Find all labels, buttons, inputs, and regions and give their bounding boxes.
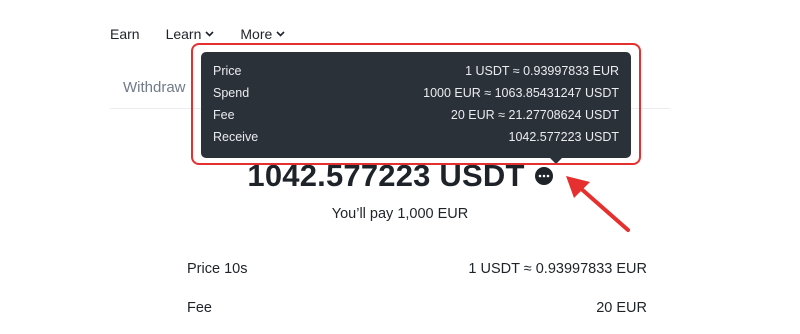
- detail-price-value: 1 USDT ≈ 0.93997833 EUR: [468, 261, 647, 277]
- top-nav: Earn Learn More: [110, 26, 311, 42]
- chevron-down-icon: [276, 31, 285, 37]
- nav-earn[interactable]: Earn: [110, 26, 140, 42]
- nav-more[interactable]: More: [240, 26, 285, 42]
- detail-row-fee: Fee 20 EUR: [187, 300, 647, 316]
- pay-summary: You’ll pay 1,000 EUR: [331, 206, 469, 222]
- nav-learn-label: Learn: [165, 26, 202, 42]
- more-details-button[interactable]: [534, 167, 553, 185]
- nav-more-label: More: [240, 26, 273, 42]
- detail-fee-label: Fee: [187, 300, 212, 316]
- detail-price-label: Price 10s: [187, 261, 248, 277]
- tab-withdraw[interactable]: Withdraw: [123, 79, 186, 96]
- detail-row-price: Price 10s 1 USDT ≈ 0.93997833 EUR: [187, 261, 647, 277]
- nav-earn-label: Earn: [110, 26, 140, 42]
- nav-learn[interactable]: Learn: [166, 26, 215, 42]
- red-arrow-icon: [566, 176, 630, 232]
- annotation-highlight-box: [191, 43, 641, 165]
- detail-fee-value: 20 EUR: [596, 300, 647, 316]
- ellipsis-icon: [538, 174, 549, 178]
- chevron-down-icon: [205, 31, 214, 37]
